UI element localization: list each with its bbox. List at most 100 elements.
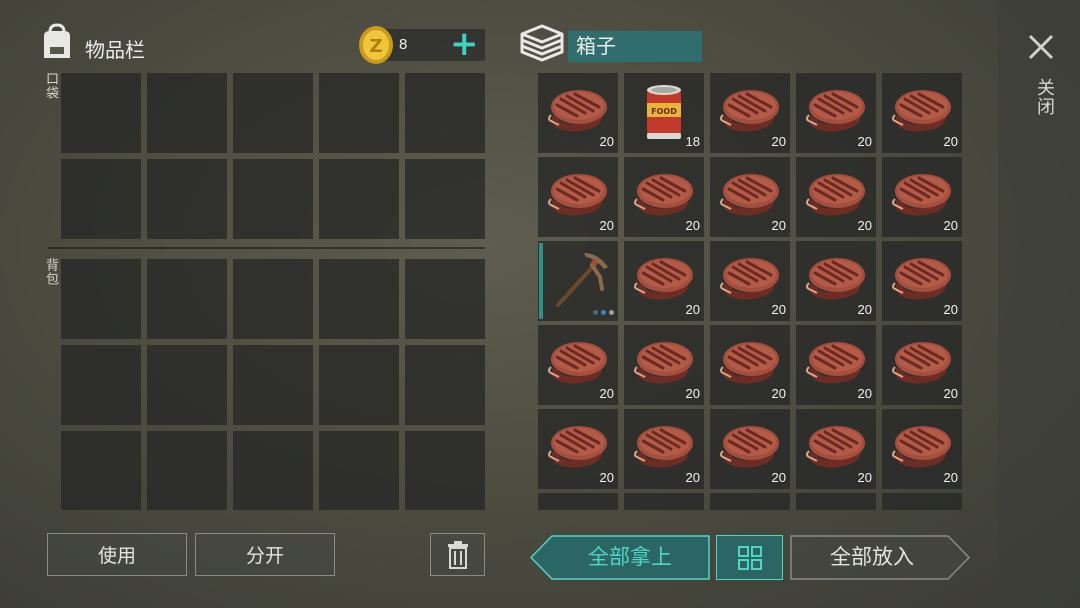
durability-dots <box>593 310 614 315</box>
backpack-slot[interactable] <box>319 345 399 425</box>
backpack-label: 背包 <box>43 258 58 286</box>
steak-icon <box>720 342 779 384</box>
grid-icon <box>737 545 762 570</box>
item-quantity: 20 <box>943 218 958 233</box>
item-quantity: 18 <box>685 134 700 149</box>
chest-slot[interactable]: 20 <box>710 325 790 405</box>
item-quantity: 20 <box>685 470 700 485</box>
chest-slot[interactable]: 20 <box>710 73 790 153</box>
steak-icon <box>548 174 607 216</box>
pocket-slot[interactable] <box>405 73 485 153</box>
close-icon <box>1028 34 1054 60</box>
chest-slot[interactable]: 20 <box>882 73 962 153</box>
steak-icon <box>720 174 779 216</box>
pocket-label: 口袋 <box>43 72 58 100</box>
backpack-slot[interactable] <box>319 259 399 339</box>
steak-icon <box>892 258 951 300</box>
item-quantity: 20 <box>599 470 614 485</box>
pocket-slot[interactable] <box>147 159 227 239</box>
chest-slot[interactable]: 20 <box>882 241 962 321</box>
steak-icon <box>720 426 779 468</box>
svg-text:Z: Z <box>369 36 382 57</box>
coin-icon: Z <box>359 26 393 64</box>
backpack-slot[interactable] <box>319 431 399 510</box>
backpack-slot[interactable] <box>405 345 485 425</box>
chest-slot[interactable]: 20 <box>538 325 618 405</box>
backpack-slot[interactable] <box>405 259 485 339</box>
chest-slot[interactable]: 20 <box>538 73 618 153</box>
pocket-slot[interactable] <box>233 159 313 239</box>
chest-slot[interactable]: 20 <box>538 157 618 237</box>
chest-slot[interactable]: 20 <box>710 241 790 321</box>
chest-slot[interactable] <box>624 493 704 510</box>
backpack-slot[interactable] <box>233 345 313 425</box>
backpack-slot[interactable] <box>61 431 141 510</box>
pickaxe-icon <box>556 253 608 307</box>
chest-slot[interactable] <box>538 493 618 510</box>
item-quantity: 20 <box>685 386 700 401</box>
backpack-slot[interactable] <box>61 345 141 425</box>
backpack-slot[interactable] <box>147 345 227 425</box>
backpack-slot[interactable] <box>61 259 141 339</box>
steak-icon <box>548 426 607 468</box>
pocket-slot[interactable] <box>319 159 399 239</box>
take-all-button[interactable]: 全部拿上 <box>530 535 710 580</box>
close-button[interactable]: 关闭 <box>1022 28 1060 128</box>
put-all-button[interactable]: 全部放入 <box>790 535 970 580</box>
item-quantity: 20 <box>943 134 958 149</box>
backpack-slot[interactable] <box>147 259 227 339</box>
chest-slot[interactable]: 20 <box>796 241 876 321</box>
chest-icon <box>520 24 564 62</box>
backpack-slot[interactable] <box>233 259 313 339</box>
close-label: 关闭 <box>1034 78 1055 116</box>
item-quantity: 20 <box>685 218 700 233</box>
chest-slot[interactable]: 20 <box>796 73 876 153</box>
chest-slot[interactable]: 20 <box>796 409 876 489</box>
backpack-slot[interactable] <box>147 431 227 510</box>
selected-indicator <box>539 243 543 319</box>
trash-button[interactable] <box>430 533 485 576</box>
item-quantity: 20 <box>857 218 872 233</box>
steak-icon <box>892 90 951 132</box>
can-label: FOOD <box>651 107 677 116</box>
chest-slot[interactable] <box>538 241 618 321</box>
steak-icon <box>634 174 693 216</box>
chest-slot[interactable]: 20 <box>796 157 876 237</box>
chest-slot[interactable]: 20 <box>710 409 790 489</box>
chest-slot[interactable] <box>710 493 790 510</box>
add-coins-button[interactable]: + <box>450 24 479 64</box>
chest-slot[interactable]: 20 <box>882 409 962 489</box>
steak-icon <box>634 342 693 384</box>
steak-icon <box>806 258 865 300</box>
item-quantity: 20 <box>599 134 614 149</box>
split-button[interactable]: 分开 <box>195 533 335 576</box>
steak-icon <box>806 426 865 468</box>
use-button[interactable]: 使用 <box>47 533 187 576</box>
pocket-slot[interactable] <box>61 159 141 239</box>
chest-slot[interactable]: 20 <box>796 325 876 405</box>
pocket-slot[interactable] <box>233 73 313 153</box>
pocket-slot[interactable] <box>405 159 485 239</box>
chest-slot[interactable] <box>796 493 876 510</box>
chest-slot[interactable] <box>882 493 962 510</box>
section-divider <box>48 247 485 249</box>
grid-view-button[interactable] <box>716 535 783 580</box>
item-quantity: 20 <box>771 386 786 401</box>
pocket-slot[interactable] <box>147 73 227 153</box>
chest-slot[interactable]: 20 <box>882 157 962 237</box>
backpack-slot[interactable] <box>405 431 485 510</box>
food-can-icon: FOOD <box>647 85 681 139</box>
chest-slot[interactable]: 20 <box>624 241 704 321</box>
chest-slot[interactable]: 20 <box>624 157 704 237</box>
pocket-slot[interactable] <box>319 73 399 153</box>
chest-slot[interactable]: 20 <box>710 157 790 237</box>
chest-slot[interactable]: 20 <box>538 409 618 489</box>
chest-slot[interactable]: 20 <box>624 325 704 405</box>
trash-icon <box>447 540 468 569</box>
pocket-slot[interactable] <box>61 73 141 153</box>
item-quantity: 20 <box>943 470 958 485</box>
backpack-slot[interactable] <box>233 431 313 510</box>
chest-slot[interactable]: 20 <box>882 325 962 405</box>
chest-slot[interactable]: 20 <box>624 409 704 489</box>
chest-slot[interactable]: FOOD 18 <box>624 73 704 153</box>
